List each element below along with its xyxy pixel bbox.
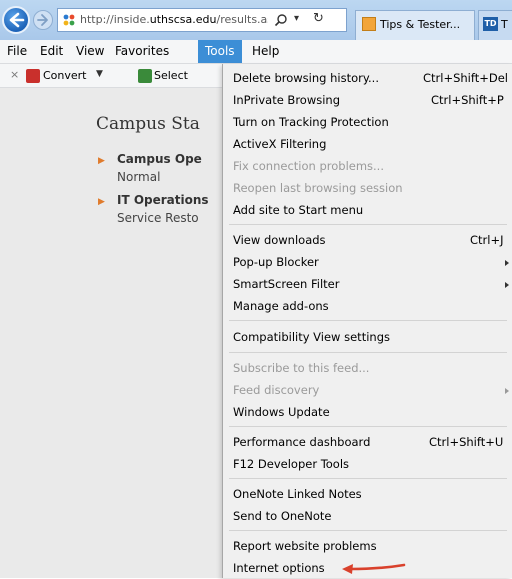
menu-separator: [229, 426, 507, 427]
menu-separator: [229, 224, 507, 225]
pdf-select-icon: [138, 69, 152, 83]
menu-separator: [229, 530, 507, 531]
status-heading[interactable]: Campus Ope: [117, 152, 202, 166]
menu-view[interactable]: View: [69, 40, 111, 63]
address-dropdown-icon[interactable]: ▾: [294, 13, 299, 24]
menu-item-send-to-onenote[interactable]: Send to OneNote: [233, 505, 507, 527]
menu-item-activex-filtering[interactable]: ActiveX Filtering: [233, 133, 507, 155]
convert-button[interactable]: Convert: [43, 69, 87, 82]
menu-item-reopen-last-session: Reopen last browsing session: [233, 181, 403, 195]
menu-item-smartscreen-filter[interactable]: SmartScreen Filter: [233, 273, 509, 295]
menu-item-f12-developer-tools[interactable]: F12 Developer Tools: [233, 453, 507, 475]
search-icon[interactable]: [274, 13, 288, 27]
bullet-icon: ▶: [98, 156, 105, 166]
status-heading[interactable]: IT Operations: [117, 193, 209, 207]
menu-tools[interactable]: Tools: [198, 40, 242, 63]
bullet-icon: ▶: [98, 197, 105, 207]
site-favicon-icon: [63, 14, 75, 26]
menu-separator: [229, 320, 507, 321]
refresh-icon[interactable]: ↻: [313, 11, 324, 26]
menu-item-popup-blocker[interactable]: Pop-up Blocker: [233, 251, 509, 273]
annotation-arrow-icon: [342, 563, 406, 574]
menu-help[interactable]: Help: [245, 40, 286, 63]
tab-label: Tips & Tester...: [380, 18, 461, 31]
forward-arrow-icon: [37, 14, 48, 26]
menu-item-onenote-linked-notes[interactable]: OneNote Linked Notes: [233, 483, 507, 505]
tab-tips-tester[interactable]: Tips & Tester...: [355, 10, 475, 40]
submenu-arrow-icon: [505, 260, 509, 266]
command-bar: × Convert ▼ Select: [0, 64, 222, 88]
chevron-down-icon[interactable]: ▼: [96, 69, 103, 79]
shortcut-label: Ctrl+Shift+P: [431, 93, 504, 107]
menu-item-windows-update[interactable]: Windows Update: [233, 401, 507, 423]
submenu-arrow-icon: [505, 388, 509, 394]
address-bar[interactable]: http://inside.uthscsa.edu/results.asp?c …: [57, 8, 347, 32]
menu-item-fix-connection-problems: Fix connection problems...: [233, 159, 384, 173]
menu-file[interactable]: File: [0, 40, 34, 63]
menu-item-performance-dashboard[interactable]: Performance dashboard Ctrl+Shift+U: [233, 431, 507, 453]
menu-item-compatibility-view[interactable]: Compatibility View settings: [233, 326, 507, 348]
tab-label: T: [501, 18, 508, 31]
pdf-convert-icon: [26, 69, 40, 83]
shortcut-label: Ctrl+Shift+U: [429, 435, 504, 449]
status-value: Service Resto: [117, 211, 199, 225]
address-url[interactable]: http://inside.uthscsa.edu/results.asp?c: [80, 13, 268, 26]
shortcut-label: Ctrl+Shift+Del: [423, 71, 508, 85]
menu-separator: [229, 478, 507, 479]
back-arrow-icon: [9, 12, 25, 28]
status-value: Normal: [117, 170, 161, 184]
td-favicon-icon: TD: [483, 17, 498, 31]
menu-item-add-site-to-start[interactable]: Add site to Start menu: [233, 199, 507, 221]
menu-item-manage-addons[interactable]: Manage add-ons: [233, 295, 507, 317]
tools-menu: Delete browsing history... Ctrl+Shift+De…: [222, 64, 512, 578]
menu-item-view-downloads[interactable]: View downloads Ctrl+J: [233, 229, 507, 251]
menu-item-tracking-protection[interactable]: Turn on Tracking Protection: [233, 111, 507, 133]
page-title: Campus Sta: [96, 114, 200, 134]
back-button[interactable]: [2, 6, 30, 34]
tips-favicon-icon: [362, 17, 376, 31]
select-button[interactable]: Select: [154, 69, 188, 82]
menu-separator: [229, 352, 507, 353]
submenu-arrow-icon: [505, 282, 509, 288]
page-content: Campus Sta ▶ Campus Ope Normal ▶ IT Oper…: [0, 88, 222, 578]
shortcut-label: Ctrl+J: [470, 233, 504, 247]
menu-item-subscribe-feed: Subscribe to this feed...: [233, 361, 370, 375]
menu-item-feed-discovery: Feed discovery: [233, 379, 509, 401]
tab-td[interactable]: TD T: [478, 10, 512, 40]
title-bar: http://inside.uthscsa.edu/results.asp?c …: [0, 0, 512, 40]
menu-favorites[interactable]: Favorites: [108, 40, 176, 63]
menu-item-delete-browsing-history[interactable]: Delete browsing history... Ctrl+Shift+De…: [233, 67, 508, 89]
menu-item-report-website-problems[interactable]: Report website problems: [233, 535, 507, 557]
menu-bar: File Edit View Favorites Tools Help: [0, 40, 512, 64]
menu-edit[interactable]: Edit: [33, 40, 70, 63]
close-icon[interactable]: ×: [10, 68, 19, 81]
forward-button[interactable]: [33, 10, 53, 30]
menu-item-inprivate-browsing[interactable]: InPrivate Browsing Ctrl+Shift+P: [233, 89, 507, 111]
